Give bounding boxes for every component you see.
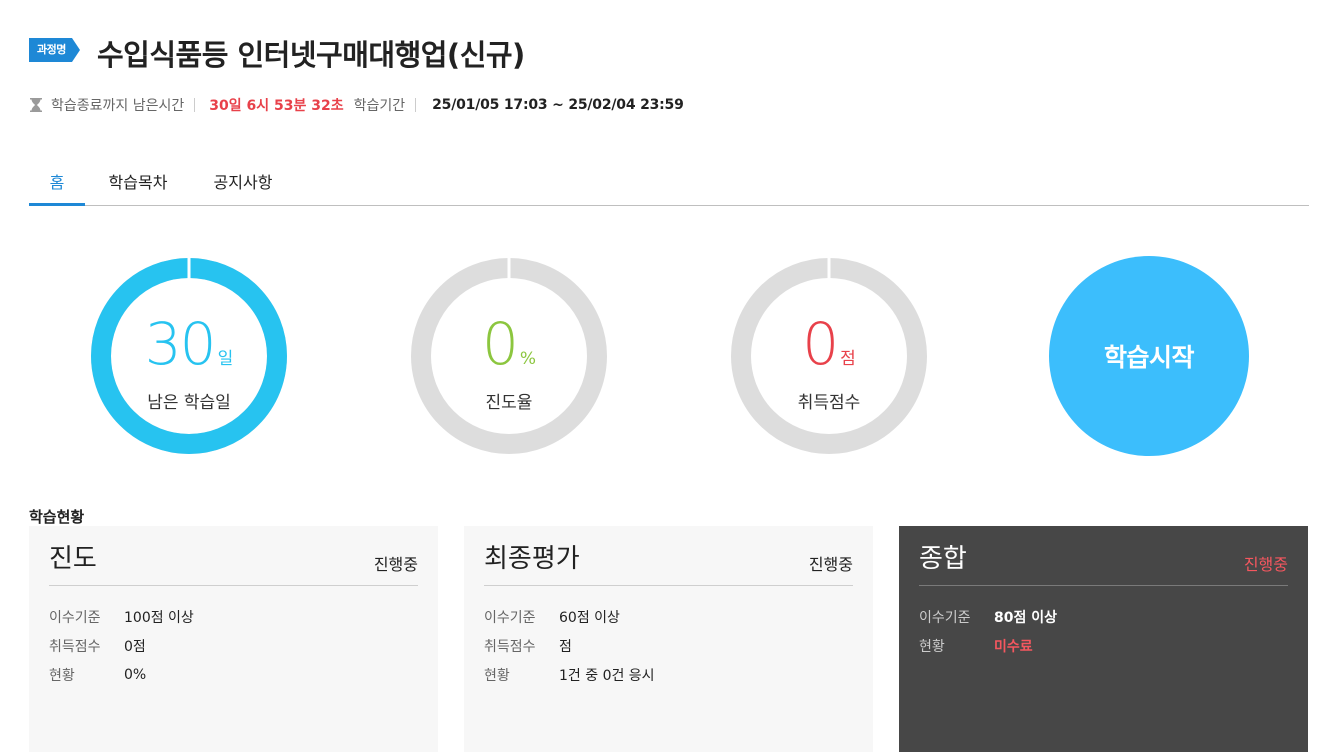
progress-caption: 진도율 <box>485 393 533 413</box>
final-exam-card: 최종평가 진행중 이수기준 60점 이상 취득점수 점 현황 1건 중 0건 응시 <box>464 526 873 752</box>
row-key: 이수기준 <box>484 609 536 626</box>
remain-time: 30일 6시 53분 32초 <box>209 98 344 114</box>
remaining-days-value: 30 <box>144 310 217 378</box>
card-title: 진도 <box>49 544 97 574</box>
card-row: 현황 0% <box>49 660 418 689</box>
course-badge: 과정명 <box>29 38 80 62</box>
status-section-title: 학습현황 <box>29 508 85 526</box>
tab-bar: 홈 학습목차 공지사항 <box>29 163 1309 206</box>
card-status: 진행중 <box>808 555 853 574</box>
row-value: 미수료 <box>994 638 1033 655</box>
card-row: 현황 1건 중 0건 응시 <box>484 660 853 689</box>
period-label: 학습기간 <box>353 98 406 114</box>
row-key: 현황 <box>49 667 75 684</box>
card-row: 취득점수 0점 <box>49 631 418 660</box>
progress-card: 진도 진행중 이수기준 100점 이상 취득점수 0점 현황 0% <box>29 526 438 752</box>
divider <box>194 98 196 112</box>
divider <box>415 98 417 112</box>
course-badge-label: 과정명 <box>29 38 72 62</box>
card-row: 이수기준 60점 이상 <box>484 602 853 631</box>
remaining-days-gauge: 30 일 남은 학습일 <box>91 258 287 454</box>
card-title: 종합 <box>919 544 967 574</box>
period-value: 25/01/05 17:03 ~ 25/02/04 23:59 <box>432 97 684 113</box>
tab-notices[interactable]: 공지사항 <box>191 163 295 205</box>
progress-gauge: 0% 진도율 <box>411 258 607 454</box>
card-row: 이수기준 100점 이상 <box>49 602 418 631</box>
row-key: 취득점수 <box>49 638 101 655</box>
row-key: 현황 <box>919 638 945 655</box>
row-value: 80점 이상 <box>994 609 1057 626</box>
progress-unit: % <box>519 349 537 369</box>
row-key: 현황 <box>484 667 510 684</box>
tab-home[interactable]: 홈 <box>29 163 85 206</box>
row-key: 이수기준 <box>49 609 101 626</box>
card-row: 현황 미수료 <box>919 631 1288 660</box>
remaining-days-caption: 남은 학습일 <box>147 393 231 413</box>
score-gauge: 0점 취득점수 <box>731 258 927 454</box>
start-learning-button[interactable]: 학습시작 <box>1049 256 1249 456</box>
score-unit: 점 <box>840 349 856 369</box>
remain-label: 학습종료까지 남은시간 <box>51 98 185 114</box>
row-value: 60점 이상 <box>559 609 620 626</box>
overall-card: 종합 진행중 이수기준 80점 이상 현황 미수료 <box>899 526 1308 752</box>
course-meta: 학습종료까지 남은시간 30일 6시 53분 32초 학습기간 25/01/05… <box>29 95 684 115</box>
badge-arrow-icon <box>71 38 80 62</box>
course-title: 수입식품등 인터넷구매대행업(신규) <box>97 38 525 72</box>
card-row: 이수기준 80점 이상 <box>919 602 1288 631</box>
row-key: 취득점수 <box>484 638 536 655</box>
score-caption: 취득점수 <box>797 393 861 413</box>
card-title: 최종평가 <box>484 544 580 574</box>
card-status: 진행중 <box>1243 555 1288 574</box>
card-status: 진행중 <box>373 555 418 574</box>
row-value: 0점 <box>124 638 146 655</box>
score-value: 0 <box>802 310 839 378</box>
card-row: 취득점수 점 <box>484 631 853 660</box>
progress-value: 0 <box>481 310 519 378</box>
row-value: 0% <box>124 666 147 683</box>
row-value: 1건 중 0건 응시 <box>559 667 655 684</box>
hourglass-icon <box>29 97 43 113</box>
row-value: 점 <box>559 638 572 655</box>
remaining-days-unit: 일 <box>217 349 234 369</box>
row-value: 100점 이상 <box>124 609 194 626</box>
tab-curriculum[interactable]: 학습목차 <box>85 163 191 205</box>
row-key: 이수기준 <box>919 609 971 626</box>
